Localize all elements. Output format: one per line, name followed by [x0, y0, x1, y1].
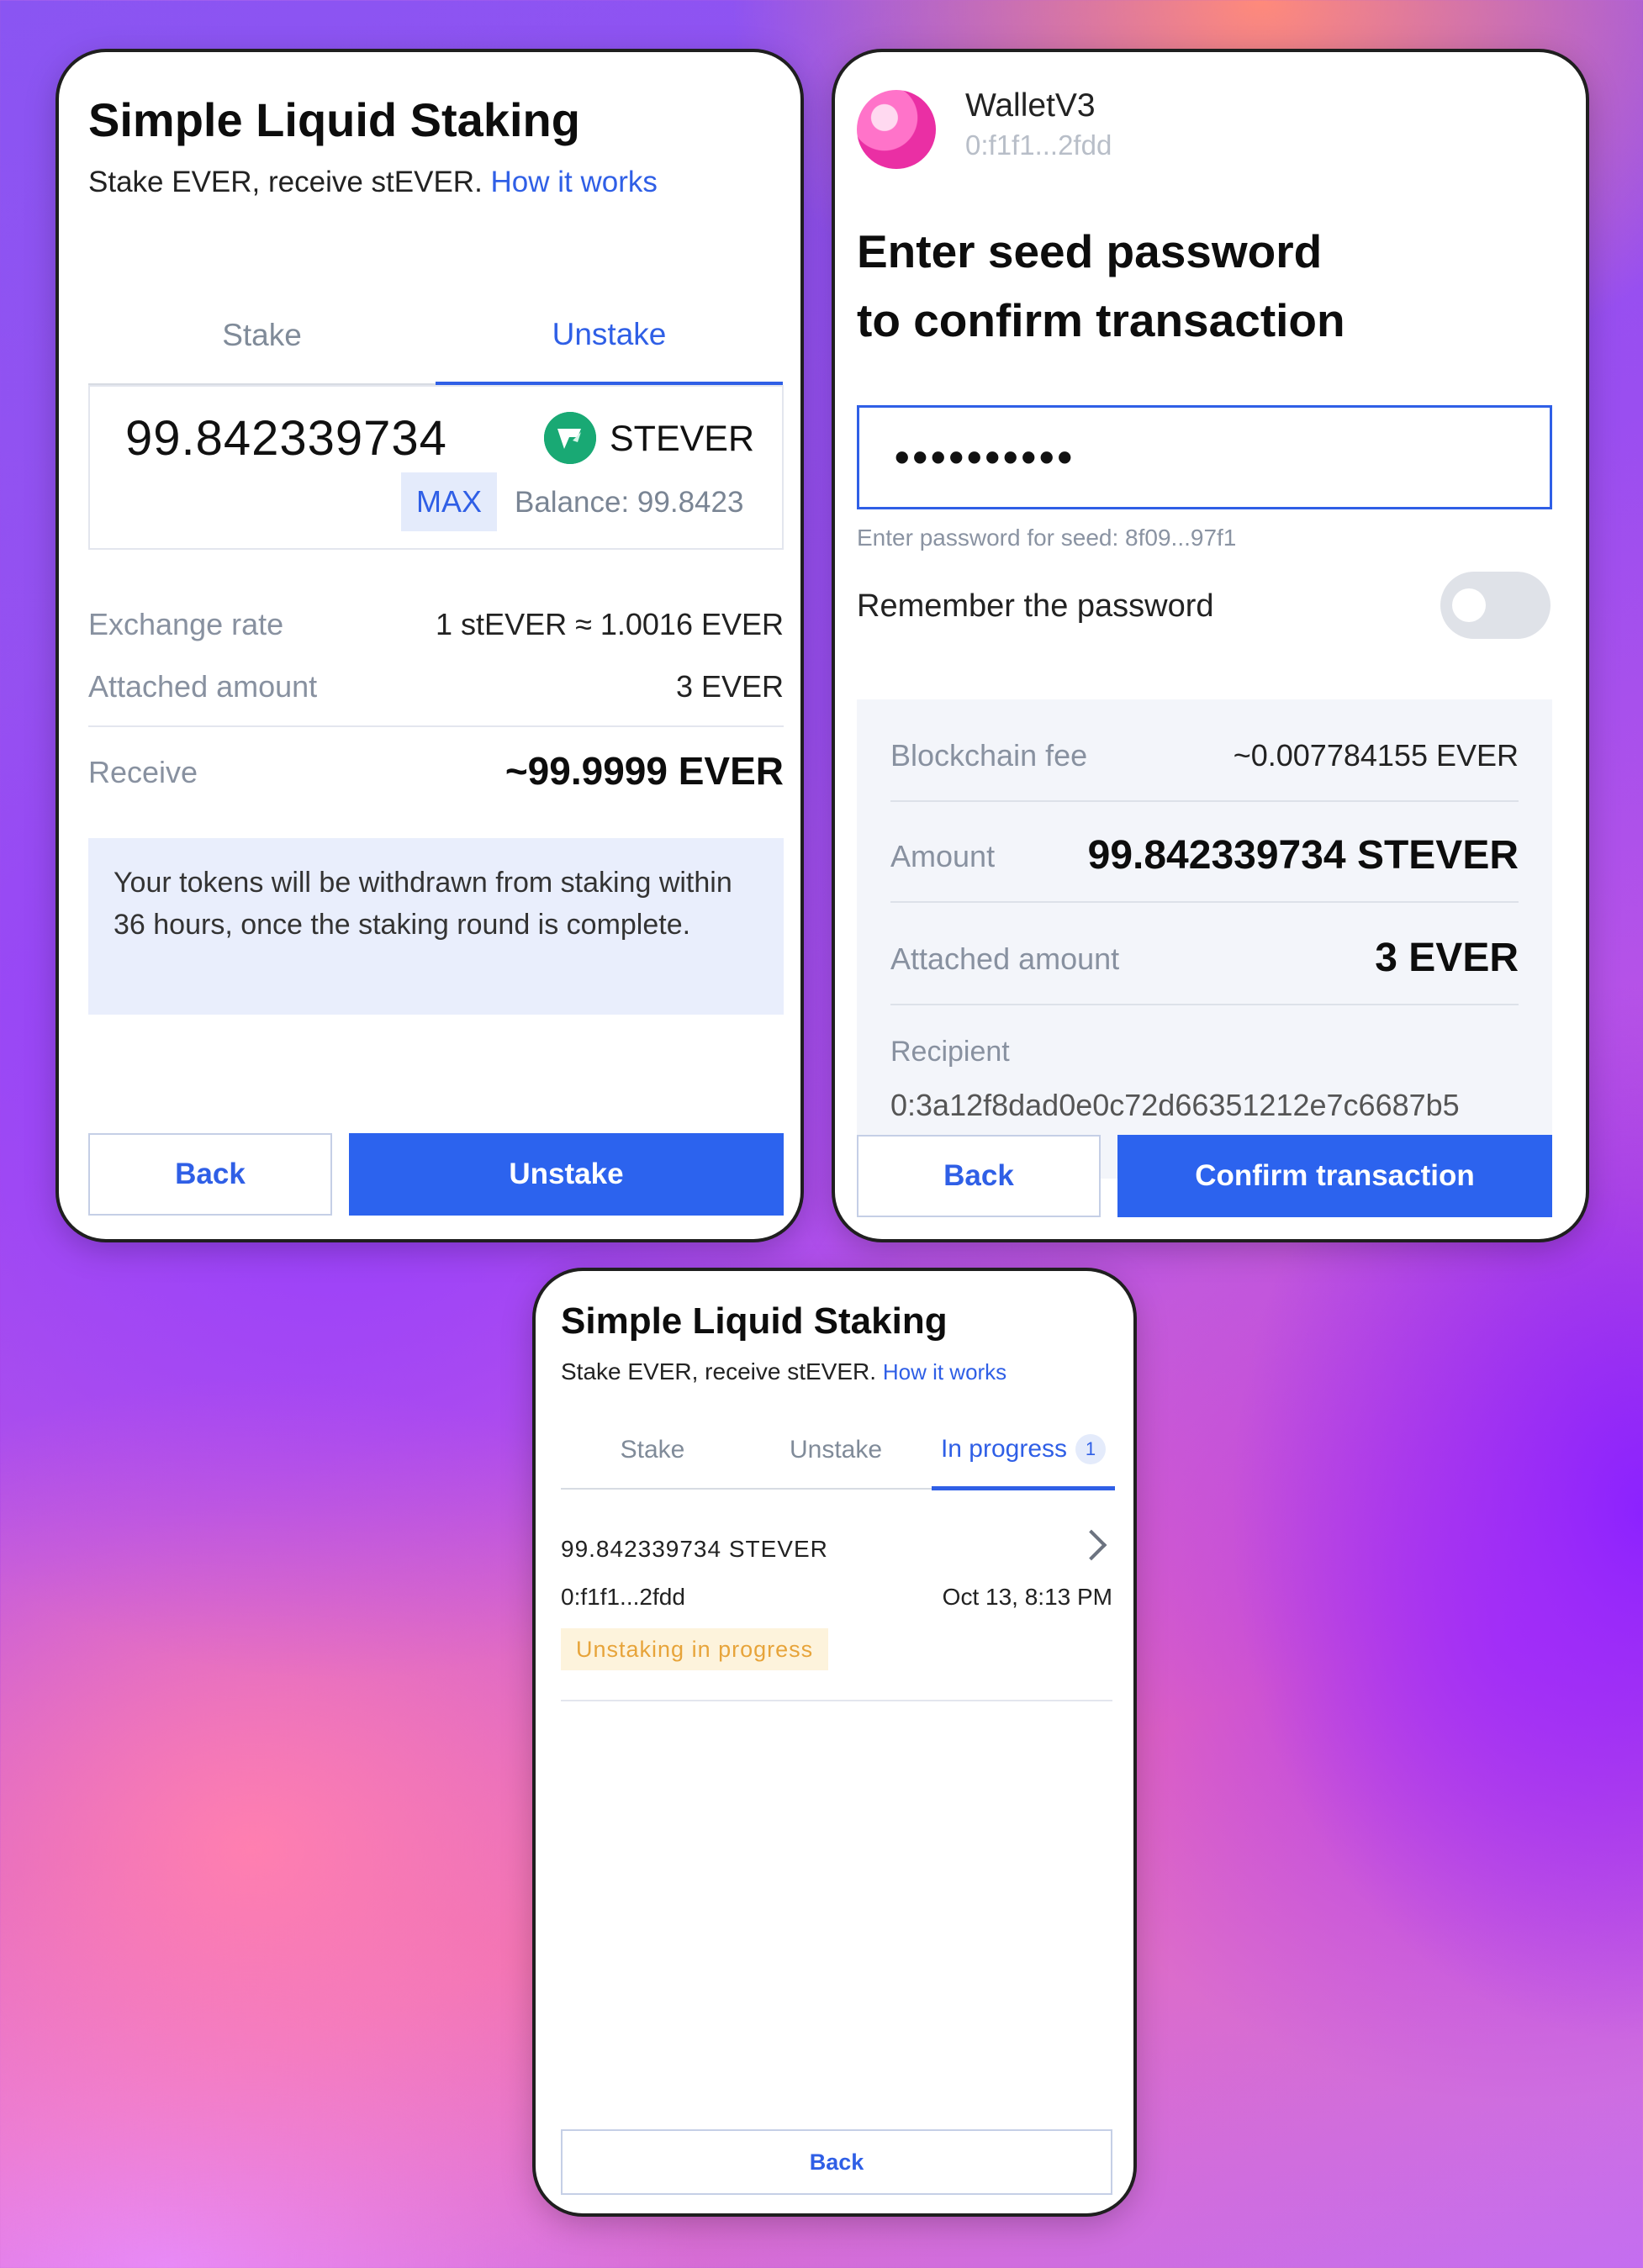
item-address: 0:f1f1...2fdd [561, 1584, 685, 1610]
back-button[interactable]: Back [88, 1133, 332, 1216]
confirm-card: WalletV3 0:f1f1...2fdd Enter seed passwo… [835, 52, 1586, 1239]
balance-text: Balance: 99.8423 [515, 486, 744, 519]
back-button[interactable]: Back [857, 1135, 1101, 1217]
attached-amount-label: Attached amount [88, 669, 318, 704]
transaction-details: Blockchain fee ~0.007784155 EVER Amount … [857, 699, 1552, 1179]
wallet-avatar [857, 90, 936, 169]
attached-amount-value: 3 EVER [675, 669, 784, 704]
divider [88, 725, 784, 727]
page-title: Simple Liquid Staking [561, 1300, 948, 1342]
receive-value: ~99.9999 EVER [505, 749, 784, 793]
divider [890, 1004, 1519, 1005]
max-button[interactable]: MAX [401, 472, 497, 531]
amount-value: 99.842339734 STEVER [1087, 833, 1519, 878]
item-amount: 99.842339734 STEVER [561, 1536, 828, 1562]
confirm-transaction-button[interactable]: Confirm transaction [1117, 1135, 1552, 1217]
fee-row: Blockchain fee ~0.007784155 EVER [890, 738, 1519, 773]
divider [890, 800, 1519, 802]
wallet-name: WalletV3 [965, 87, 1096, 124]
item-date: Oct 13, 8:13 PM [942, 1584, 1112, 1610]
exchange-rate-label: Exchange rate [88, 607, 284, 641]
page-subtitle: Stake EVER, receive stEVER. How it works [561, 1358, 1006, 1385]
password-hint: Enter password for seed: 8f09...97f1 [857, 525, 1237, 551]
toggle-knob [1452, 588, 1486, 622]
remember-password-toggle[interactable] [1440, 572, 1551, 639]
in-progress-count-badge: 1 [1075, 1434, 1107, 1464]
unstake-button[interactable]: Unstake [349, 1133, 784, 1216]
how-it-works-link[interactable]: How it works [491, 166, 658, 198]
recipient-value: 0:3a12f8dad0e0c72d66351212e7c6687b5 [890, 1088, 1460, 1122]
tab-in-progress[interactable]: In progress 1 [932, 1412, 1115, 1490]
tab-bar: Stake Unstake [88, 287, 783, 386]
how-it-works-link[interactable]: How it works [883, 1359, 1006, 1385]
amount-input-box[interactable]: 99.842339734 STEVER MAX Balance: 99.8423 [88, 385, 784, 550]
subtitle-text: Stake EVER, receive stEVER. [561, 1358, 877, 1385]
recipient-label: Recipient [890, 1036, 1010, 1068]
withdraw-notice: Your tokens will be withdrawn from staki… [88, 838, 784, 1015]
tab-unstake[interactable]: Unstake [744, 1412, 927, 1488]
password-input[interactable]: •••••••••• [857, 405, 1552, 509]
divider [561, 1700, 1112, 1701]
blockchain-fee-label: Blockchain fee [890, 738, 1088, 773]
attached-amount-label: Attached amount [890, 941, 1120, 976]
status-badge: Unstaking in progress [561, 1628, 829, 1670]
chevron-right-icon[interactable] [1075, 1529, 1107, 1561]
tab-stake[interactable]: Stake [561, 1412, 744, 1488]
confirm-heading: Enter seed password to confirm transacti… [857, 217, 1345, 355]
wallet-address: 0:f1f1...2fdd [965, 129, 1112, 161]
divider [890, 901, 1519, 903]
amount-label: Amount [890, 839, 996, 873]
unstake-card: Simple Liquid Staking Stake EVER, receiv… [59, 52, 800, 1239]
token-symbol: STEVER [610, 419, 755, 459]
tab-unstake[interactable]: Unstake [436, 287, 783, 386]
heading-line-1: Enter seed password [857, 225, 1323, 277]
remember-password-label: Remember the password [857, 588, 1214, 624]
blockchain-fee-value: ~0.007784155 EVER [1233, 738, 1519, 773]
tab-stake[interactable]: Stake [88, 287, 436, 383]
in-progress-card: Simple Liquid Staking Stake EVER, receiv… [536, 1271, 1133, 2213]
heading-line-2: to confirm transaction [857, 294, 1345, 346]
page-title: Simple Liquid Staking [88, 93, 580, 146]
tab-in-progress-label: In progress [940, 1435, 1068, 1463]
amount-input[interactable]: 99.842339734 [125, 410, 447, 467]
back-button[interactable]: Back [561, 2129, 1112, 2195]
exchange-rate-value: 1 stEVER ≈ 1.0016 EVER [436, 607, 784, 641]
receive-label: Receive [88, 755, 198, 789]
subtitle-text: Stake EVER, receive stEVER. [88, 166, 483, 198]
page-subtitle: Stake EVER, receive stEVER. How it works [88, 166, 658, 199]
stever-token-icon [544, 412, 596, 464]
attached-amount-value: 3 EVER [1375, 936, 1519, 980]
tab-bar: Stake Unstake In progress 1 [561, 1412, 1115, 1490]
